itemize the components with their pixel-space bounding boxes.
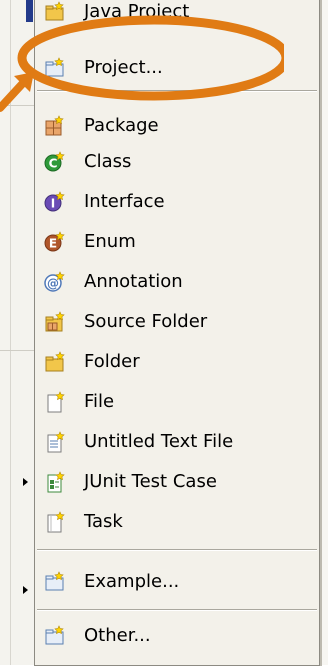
folder-icon: [45, 351, 65, 372]
menu-item-label: Task: [84, 511, 123, 532]
interface-icon: I: [44, 191, 65, 212]
submenu-arrow-icon: [23, 478, 28, 486]
menu-item-interface[interactable]: I Interface: [35, 183, 319, 219]
background-divider: [0, 350, 34, 351]
svg-text:C: C: [49, 157, 58, 171]
example-icon: [45, 571, 64, 591]
menu-item-label: Source Folder: [84, 311, 208, 332]
menu-item-label: Class: [84, 151, 132, 172]
menu-item-java-project[interactable]: Java Project: [35, 0, 319, 29]
menu-item-example[interactable]: Example...: [35, 563, 319, 599]
menu-item-file[interactable]: File: [35, 383, 319, 419]
menu-item-label: Annotation: [84, 271, 183, 292]
annotation-icon: @: [44, 271, 65, 292]
menu-separator: [37, 549, 317, 551]
project-icon: [45, 57, 64, 77]
source-folder-icon: [45, 311, 65, 332]
file-icon: [47, 391, 65, 413]
enum-icon: E: [44, 231, 65, 252]
menu-item-label: Java Project: [84, 1, 190, 22]
menu-item-task[interactable]: Task: [35, 503, 319, 539]
menu-item-label: Example...: [84, 571, 180, 592]
other-icon: [45, 625, 64, 645]
background-editor-edge: [320, 0, 328, 665]
menu-item-label: Other...: [84, 625, 151, 646]
highlight-arrow-annotation: [0, 72, 34, 112]
class-icon: C: [44, 151, 65, 172]
menu-item-label: File: [84, 391, 115, 412]
menu-item-label: Package: [84, 115, 159, 136]
menu-item-class[interactable]: C Class: [35, 143, 319, 179]
menu-item-label: Enum: [84, 231, 136, 252]
menu-item-source-folder[interactable]: Source Folder: [35, 303, 319, 339]
package-icon: [45, 115, 64, 136]
untitled-text-file-icon: [47, 431, 65, 453]
menu-item-enum[interactable]: E Enum: [35, 223, 319, 259]
menu-item-label: JUnit Test Case: [84, 471, 217, 492]
new-wizard-menu: Java Project Project... Package C Class: [34, 0, 320, 666]
junit-test-case-icon: [47, 471, 65, 493]
menu-item-label: Interface: [84, 191, 165, 212]
svg-text:@: @: [47, 277, 59, 291]
menu-item-folder[interactable]: Folder: [35, 343, 319, 379]
java-project-icon: [45, 1, 64, 21]
menu-item-label: Project...: [84, 57, 163, 78]
menu-separator: [37, 609, 317, 611]
submenu-arrow-icon: [23, 586, 28, 594]
menu-item-project[interactable]: Project...: [35, 49, 319, 85]
menu-item-other[interactable]: Other...: [35, 617, 319, 653]
menu-item-junit-test-case[interactable]: JUnit Test Case: [35, 463, 319, 499]
svg-text:I: I: [51, 197, 55, 211]
menu-item-untitled-text-file[interactable]: Untitled Text File: [35, 423, 319, 459]
svg-text:E: E: [49, 237, 57, 251]
menu-item-annotation[interactable]: @ Annotation: [35, 263, 319, 299]
menu-item-package[interactable]: Package: [35, 107, 319, 143]
menu-item-label: Folder: [84, 351, 140, 372]
task-icon: [47, 511, 65, 533]
background-selection-bar: [26, 0, 33, 22]
menu-item-label: Untitled Text File: [84, 431, 234, 452]
menu-separator: [37, 90, 317, 92]
